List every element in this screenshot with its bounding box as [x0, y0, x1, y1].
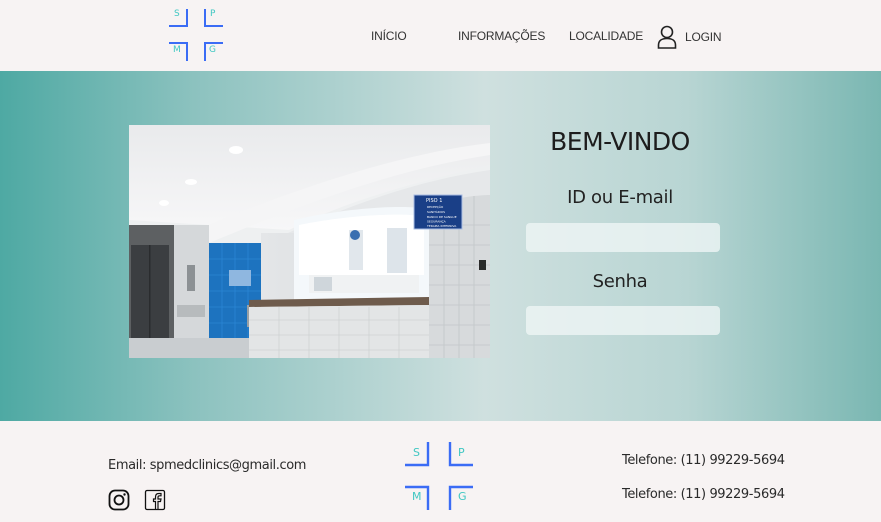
- sign-line: TERAPIA INTENSIVA: [426, 224, 457, 228]
- password-label: Senha: [592, 271, 648, 292]
- sign-line: SANITÁRIOS: [427, 209, 445, 214]
- sign-title: PISO 1: [426, 198, 442, 204]
- sign-line: BANCO DE SANGUE: [427, 215, 457, 219]
- logo-letter-s: S: [174, 9, 180, 19]
- logo-letter-g: G: [209, 45, 216, 55]
- id-email-label: ID ou E-mail: [567, 187, 673, 208]
- header-logo[interactable]: S P M G: [168, 8, 224, 62]
- footer-logo[interactable]: S P M G: [404, 441, 474, 511]
- welcome-title: BEM-VINDO: [550, 127, 690, 156]
- id-email-input[interactable]: [526, 223, 720, 252]
- login-button[interactable]: LOGIN: [657, 24, 722, 50]
- footer-email: Email: spmedclinics@gmail.com: [108, 458, 307, 473]
- password-input[interactable]: [526, 306, 720, 335]
- login-label: LOGIN: [685, 30, 722, 44]
- footer-phone-1: Telefone: (11) 99229-5694: [622, 453, 785, 468]
- site-header: S P M G INÍCIO INFORMAÇÕES LOCALIDADE LO…: [0, 0, 881, 71]
- instagram-icon[interactable]: [108, 489, 130, 511]
- logo-letter-p: P: [210, 9, 216, 19]
- logo-letter-p: P: [458, 446, 465, 459]
- sign-line: RECEPÇÃO: [427, 204, 444, 209]
- user-icon: [657, 25, 677, 49]
- nav-localidade[interactable]: LOCALIDADE: [569, 29, 643, 43]
- floor-directory-sign: PISO 1 RECEPÇÃO SANITÁRIOS BANCO DE SANG…: [413, 194, 463, 230]
- facebook-icon[interactable]: [144, 489, 166, 511]
- sign-line: SEGURANÇA: [427, 220, 447, 224]
- logo-letter-m: M: [173, 45, 181, 55]
- logo-letter-m: M: [412, 490, 422, 503]
- logo-letter-g: G: [458, 490, 467, 503]
- hospital-reception-image: PISO 1 RECEPÇÃO SANITÁRIOS BANCO DE SANG…: [129, 125, 490, 358]
- nav-inicio[interactable]: INÍCIO: [371, 29, 407, 43]
- nav-informacoes[interactable]: INFORMAÇÕES: [458, 29, 545, 43]
- hero-section: PISO 1 RECEPÇÃO SANITÁRIOS BANCO DE SANG…: [0, 71, 881, 421]
- logo-letter-s: S: [413, 446, 420, 459]
- site-footer: Email: spmedclinics@gmail.com S P M G Te…: [0, 421, 881, 522]
- footer-phone-2: Telefone: (11) 99229-5694: [622, 487, 785, 502]
